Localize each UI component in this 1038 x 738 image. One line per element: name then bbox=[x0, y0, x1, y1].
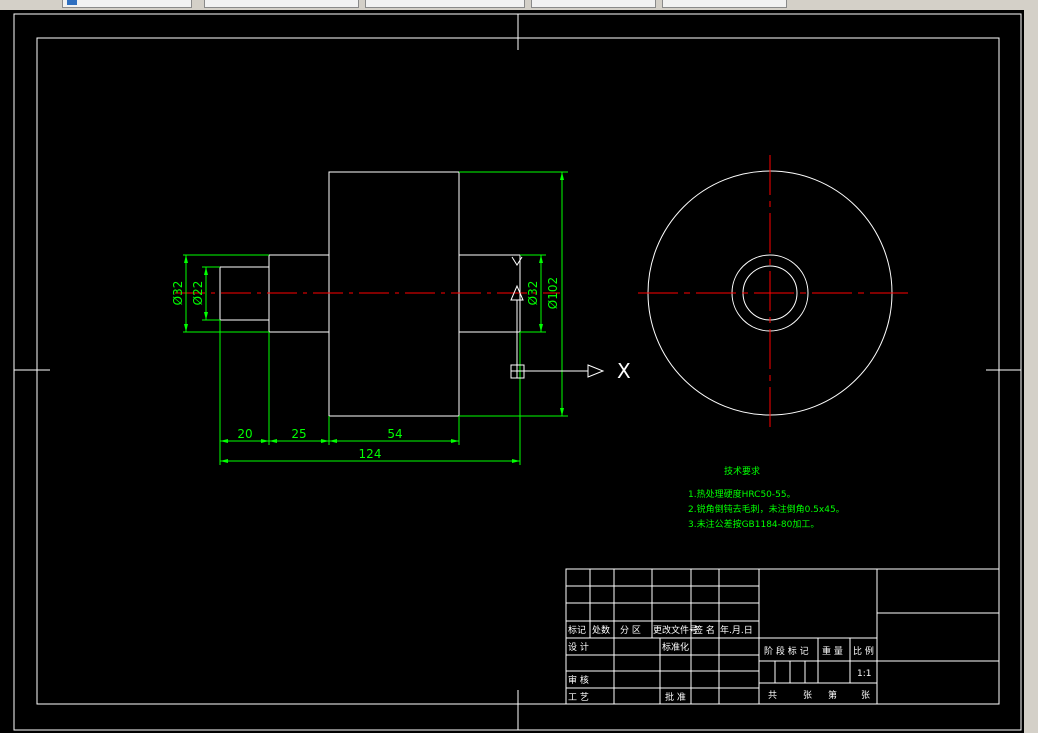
tb-count: 处数 bbox=[592, 624, 610, 636]
tb-weight: 重 量 bbox=[822, 645, 843, 657]
main-body bbox=[328, 171, 460, 417]
dim-len-124: 124 bbox=[359, 447, 382, 461]
ucs-icon[interactable] bbox=[510, 256, 605, 379]
tb-date: 年.月.日 bbox=[720, 624, 753, 636]
tb-approve: 批 准 bbox=[665, 691, 686, 703]
dim-len-25: 25 bbox=[291, 427, 306, 441]
tb-signature: 签 名 bbox=[694, 624, 715, 636]
tb-change-doc: 更改文件号 bbox=[653, 624, 698, 636]
dim-d22: Ø22 bbox=[191, 281, 205, 306]
centerlines-side bbox=[638, 155, 908, 430]
dim-d102: Ø102 bbox=[546, 277, 560, 309]
tb-mark: 标记 bbox=[568, 624, 586, 636]
dim-len-54: 54 bbox=[387, 427, 402, 441]
tab-drawing-5[interactable] bbox=[662, 0, 787, 8]
vertical-scrollbar[interactable] bbox=[1024, 10, 1038, 733]
dim-d32-right: Ø32 bbox=[526, 281, 540, 306]
tab-drawing-2[interactable] bbox=[204, 0, 359, 8]
command-line[interactable] bbox=[0, 733, 1038, 738]
tab-drawing-4[interactable] bbox=[531, 0, 656, 8]
tb-sheet-label: 张 bbox=[861, 690, 870, 701]
tb-stage-mark: 阶 段 标 记 bbox=[764, 645, 809, 657]
dimension-texts: Ø32 Ø22 Ø32 Ø102 20 25 54 124 bbox=[171, 277, 560, 461]
note-line-3: 3.未注公差按GB1184-80加工。 bbox=[688, 518, 819, 530]
note-line-2: 2.锐角倒钝去毛刺，未注倒角0.5x45。 bbox=[688, 503, 845, 515]
dimension-lines bbox=[183, 171, 568, 465]
title-block-lines bbox=[565, 568, 1000, 705]
note-line-1: 1.热处理硬度HRC50-55。 bbox=[688, 488, 796, 500]
shaft-front-view bbox=[219, 171, 521, 417]
tb-zone: 分 区 bbox=[620, 625, 641, 636]
tb-sheets-total: 共 bbox=[768, 690, 777, 701]
dimension-arrows bbox=[184, 172, 564, 463]
document-tabs bbox=[0, 0, 1038, 10]
tb-scale: 比 例 bbox=[853, 645, 874, 657]
tab-drawing-3[interactable] bbox=[365, 0, 525, 8]
tb-design: 设 计 bbox=[568, 641, 589, 653]
ucs-x-label: X bbox=[617, 359, 631, 383]
drawing-viewport[interactable]: Ø32 Ø22 Ø32 Ø102 20 25 54 124 X 技术要求 1.热… bbox=[0, 10, 1024, 733]
tb-process: 工 艺 bbox=[568, 692, 589, 703]
dim-len-20: 20 bbox=[237, 427, 252, 441]
tab-drawing-1[interactable] bbox=[62, 0, 192, 8]
tb-sheets-label: 张 bbox=[803, 690, 812, 701]
drawing-icon bbox=[67, 0, 77, 5]
technical-notes: 技术要求 1.热处理硬度HRC50-55。 2.锐角倒钝去毛刺，未注倒角0.5x… bbox=[688, 465, 845, 530]
tb-review: 审 核 bbox=[568, 674, 589, 686]
tb-scale-value: 1:1 bbox=[857, 669, 871, 679]
tb-sheet-no: 第 bbox=[828, 689, 837, 701]
notes-title: 技术要求 bbox=[724, 465, 760, 477]
dim-d32-left: Ø32 bbox=[171, 281, 185, 306]
tb-standardize: 标准化 bbox=[662, 641, 689, 653]
drawing-canvas[interactable]: Ø32 Ø22 Ø32 Ø102 20 25 54 124 X 技术要求 1.热… bbox=[0, 10, 1024, 733]
